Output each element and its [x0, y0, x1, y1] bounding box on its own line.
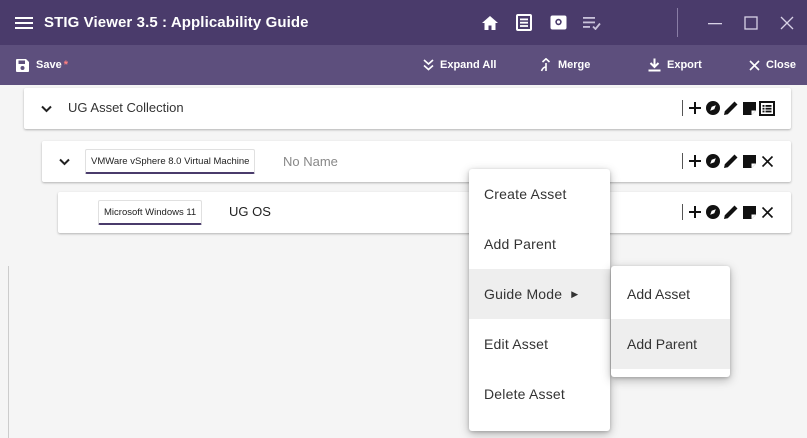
menu-item-label: Add Parent — [484, 236, 557, 252]
minimize-icon[interactable] — [697, 0, 733, 45]
download-icon — [648, 58, 661, 72]
close-icon — [749, 59, 760, 71]
menu-item-label: Edit Asset — [484, 336, 549, 352]
submenu-item-add-parent[interactable]: Add Parent — [611, 319, 730, 369]
submenu-item-label: Add Parent — [627, 336, 698, 352]
submenu-arrow-icon: ▶ — [571, 288, 579, 299]
menu-item-add-parent[interactable]: Add Parent — [469, 219, 610, 269]
window-controls — [697, 0, 805, 45]
pencil-icon[interactable] — [722, 202, 740, 222]
compass-icon[interactable] — [704, 151, 722, 171]
merge-icon — [540, 58, 551, 72]
menu-item-guide-mode[interactable]: Guide Mode ▶ — [469, 269, 610, 319]
unsaved-indicator: * — [63, 59, 68, 71]
asset-actions — [682, 151, 776, 171]
actions-divider — [682, 204, 683, 220]
image-icon[interactable] — [541, 0, 575, 45]
pencil-icon[interactable] — [722, 151, 740, 171]
close-window-icon[interactable] — [769, 0, 805, 45]
stig-chip[interactable]: Microsoft Windows 11 — [98, 200, 203, 225]
compass-icon[interactable] — [704, 98, 722, 118]
home-icon[interactable] — [473, 0, 507, 45]
context-menu: Create Asset Add Parent Guide Mode ▶ Edit… — [469, 169, 610, 431]
window-title: STIG Viewer 3.5 : Applicability Guide — [44, 14, 309, 31]
save-button[interactable]: Save * — [15, 45, 68, 85]
delete-icon[interactable] — [758, 151, 776, 171]
menu-item-label: Delete Asset — [484, 386, 565, 402]
content-area — [0, 85, 807, 438]
menu-item-label: Guide Mode — [484, 286, 563, 302]
expand-all-button[interactable]: Expand All — [423, 45, 496, 85]
title-separator — [677, 8, 678, 37]
actions-divider — [682, 100, 683, 116]
collection-row[interactable]: UG Asset Collection — [24, 88, 791, 129]
delete-icon[interactable] — [758, 202, 776, 222]
export-label: Export — [667, 59, 702, 71]
hamburger-menu-icon[interactable] — [15, 16, 33, 29]
asset-row[interactable]: VMWare vSphere 8.0 Virtual Machine No Na… — [42, 141, 791, 182]
chevron-down-icon[interactable] — [54, 141, 74, 182]
compass-icon[interactable] — [704, 202, 722, 222]
checklist-icon[interactable] — [507, 0, 541, 45]
chevron-down-icon[interactable] — [36, 88, 56, 129]
asset-name[interactable]: No Name — [283, 154, 338, 169]
note-icon[interactable] — [740, 98, 758, 118]
asset-row[interactable]: Microsoft Windows 11 UG OS — [58, 192, 791, 233]
expand-all-label: Expand All — [440, 59, 497, 71]
menu-item-edit-asset[interactable]: Edit Asset — [469, 319, 610, 369]
save-icon — [16, 58, 29, 72]
menu-item-create-asset[interactable]: Create Asset — [469, 169, 610, 219]
queue-icon[interactable] — [575, 0, 609, 45]
merge-label: Merge — [558, 59, 591, 71]
menu-item-label: Create Asset — [484, 186, 567, 202]
panel-border — [8, 266, 9, 438]
note-icon[interactable] — [740, 151, 758, 171]
pencil-icon[interactable] — [722, 98, 740, 118]
add-icon[interactable] — [686, 202, 704, 222]
expand-all-icon — [423, 59, 434, 71]
actions-divider — [682, 153, 683, 169]
title-bar: STIG Viewer 3.5 : Applicability Guide — [0, 0, 807, 45]
maximize-icon[interactable] — [733, 0, 769, 45]
note-icon[interactable] — [740, 202, 758, 222]
menu-item-delete-asset[interactable]: Delete Asset — [469, 369, 610, 419]
asset-actions — [682, 202, 776, 222]
title-icon-group — [473, 0, 609, 45]
merge-button[interactable]: Merge — [540, 45, 590, 85]
collection-label: UG Asset Collection — [68, 100, 184, 115]
add-icon[interactable] — [686, 98, 704, 118]
add-icon[interactable] — [686, 151, 704, 171]
list-icon[interactable] — [758, 98, 776, 118]
close-button[interactable]: Close — [749, 45, 796, 85]
toolbar: Save * Expand All Merge Export Close — [0, 45, 807, 85]
stig-chip[interactable]: VMWare vSphere 8.0 Virtual Machine — [85, 149, 256, 174]
guide-mode-submenu: Add Asset Add Parent — [611, 266, 730, 377]
close-label: Close — [766, 59, 796, 71]
save-label: Save — [36, 59, 62, 71]
export-button[interactable]: Export — [648, 45, 702, 85]
collection-actions — [682, 98, 776, 118]
asset-name[interactable]: UG OS — [229, 204, 271, 219]
submenu-item-add-asset[interactable]: Add Asset — [611, 269, 730, 319]
submenu-item-label: Add Asset — [627, 286, 691, 302]
